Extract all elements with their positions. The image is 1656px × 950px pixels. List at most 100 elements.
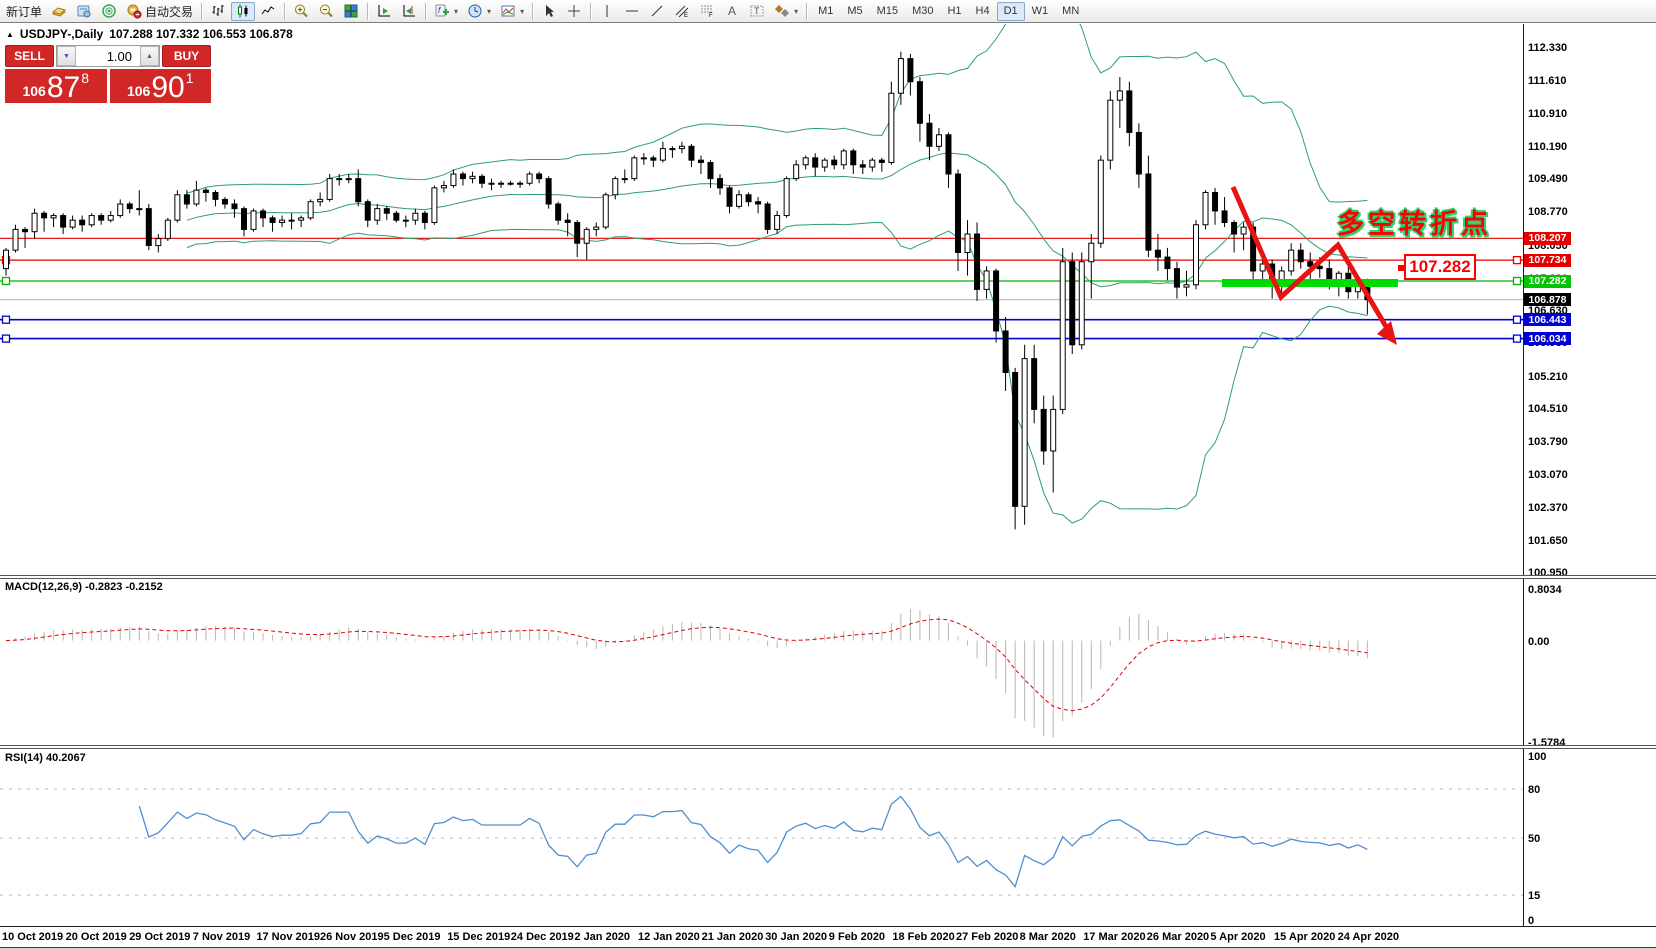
toolbar-separator (201, 3, 202, 20)
price-callout: 107.282 (1404, 254, 1476, 280)
shapes-icon[interactable]: ▾ (770, 2, 802, 21)
volume-input[interactable]: 1.00 (76, 46, 140, 66)
price-tick-label: 110.190 (1528, 141, 1567, 153)
date-tick-label: 5 Dec 2019 (384, 931, 441, 943)
autotrading-button[interactable]: 自动交易 (122, 2, 197, 21)
chart-bottom-border (0, 926, 1656, 927)
auto-scroll-icon[interactable] (372, 2, 396, 21)
toolbar-separator (806, 3, 807, 20)
ohlc-values: 107.288 107.332 106.553 106.878 (109, 27, 293, 41)
timeframe-button-W1[interactable]: W1 (1025, 2, 1056, 21)
price-tick-label: 110.910 (1528, 108, 1567, 120)
line-chart-icon[interactable] (256, 2, 280, 21)
toolbar-separator (590, 3, 591, 20)
price-tick-label: 103.790 (1528, 436, 1568, 448)
price-level-badge: 106.878 (1524, 293, 1571, 306)
date-tick-label: 24 Dec 2019 (511, 931, 574, 943)
buy-price-button[interactable]: 106 90 1 (110, 69, 212, 103)
fibonacci-icon[interactable]: F (695, 2, 719, 21)
timeframe-button-M15[interactable]: M15 (870, 2, 905, 21)
toolbar-separator (425, 3, 426, 20)
price-tick-label: 101.650 (1528, 535, 1568, 547)
date-tick-label: 8 Mar 2020 (1020, 931, 1076, 943)
price-tick-label: 112.330 (1528, 42, 1567, 54)
main-chart-plot[interactable] (0, 24, 1523, 577)
volume-decrease-button[interactable]: ▼ (57, 46, 76, 66)
zoom-in-icon[interactable] (289, 2, 313, 21)
price-level-badge: 108.207 (1524, 232, 1571, 245)
buy-button[interactable]: BUY (162, 45, 211, 67)
timeframe-button-MN[interactable]: MN (1055, 2, 1086, 21)
svg-text:T: T (754, 6, 760, 16)
date-tick-label: 27 Feb 2020 (956, 931, 1018, 943)
rsi-label: RSI(14) 40.2067 (5, 752, 86, 764)
date-tick-label: 2 Jan 2020 (574, 931, 630, 943)
price-level-badge: 107.734 (1524, 254, 1571, 267)
price-tick-label: 109.490 (1528, 173, 1568, 185)
crosshair-icon[interactable] (562, 2, 586, 21)
date-tick-label: 5 Apr 2020 (1210, 931, 1265, 943)
indicators-add-icon[interactable]: f▾ (430, 2, 462, 21)
sell-price-figure: 106 (22, 83, 45, 99)
collapse-triangle-icon[interactable]: ▲ (6, 30, 14, 39)
trendline-icon[interactable] (645, 2, 669, 21)
timeframe-button-M1[interactable]: M1 (811, 2, 840, 21)
navigator-icon[interactable] (72, 2, 96, 21)
tile-windows-icon[interactable] (339, 2, 363, 21)
dropdown-caret: ▾ (794, 7, 798, 16)
macd-tick-label: 0.8034 (1528, 584, 1562, 596)
volume-increase-button[interactable]: ▲ (140, 46, 159, 66)
signals-icon[interactable] (97, 2, 121, 21)
zoom-out-icon[interactable] (314, 2, 338, 21)
vertical-line-icon[interactable] (595, 2, 619, 21)
templates-icon[interactable]: ▾ (496, 2, 528, 21)
sell-price-button[interactable]: 106 87 8 (5, 69, 107, 103)
rsi-tick-label: 0 (1528, 915, 1534, 927)
sell-price-pips: 87 (47, 75, 80, 101)
date-tick-label: 26 Mar 2020 (1147, 931, 1209, 943)
price-tick-label: 102.370 (1528, 502, 1568, 514)
macd-label: MACD(12,26,9) -0.2823 -0.2152 (5, 581, 163, 593)
text-icon[interactable]: A (720, 2, 744, 21)
macd-panel-plot[interactable] (0, 578, 1523, 746)
timeframe-button-H1[interactable]: H1 (940, 2, 968, 21)
horizontal-line-icon[interactable] (620, 2, 644, 21)
price-tick-label: 104.510 (1528, 403, 1568, 415)
price-level-badge: 106.034 (1524, 332, 1571, 345)
timeframe-button-H4[interactable]: H4 (969, 2, 997, 21)
dropdown-caret: ▾ (487, 7, 491, 16)
date-tick-label: 26 Nov 2019 (320, 931, 384, 943)
one-click-trading-panel: SELL ▼ 1.00 ▲ BUY 106 87 8 106 90 1 (5, 45, 211, 103)
cursor-icon[interactable] (537, 2, 561, 21)
toolbar-separator (367, 3, 368, 20)
macd-panel-separator[interactable] (0, 575, 1656, 579)
channel-icon[interactable]: E (670, 2, 694, 21)
buy-price-point: 1 (186, 70, 194, 86)
bar-chart-icon[interactable] (206, 2, 230, 21)
price-level-badge: 107.282 (1524, 275, 1571, 288)
timeframe-group: M1M5M15M30H1H4D1W1MN (811, 2, 1086, 21)
rsi-panel-plot[interactable] (0, 750, 1523, 926)
label-icon[interactable]: T (745, 2, 769, 21)
new-order-label: 新订单 (6, 3, 42, 20)
turning-point-annotation: 多空转折点 (1337, 202, 1492, 241)
candlestick-icon[interactable] (231, 2, 255, 21)
new-order-button[interactable]: 新订单 (2, 2, 46, 21)
sell-button[interactable]: SELL (5, 45, 54, 67)
chart-shift-icon[interactable] (397, 2, 421, 21)
date-tick-label: 29 Oct 2019 (129, 931, 190, 943)
timeframe-button-D1[interactable]: D1 (997, 2, 1025, 21)
timeframe-button-M30[interactable]: M30 (905, 2, 940, 21)
date-tick-label: 17 Nov 2019 (256, 931, 320, 943)
market-watch-icon[interactable] (47, 2, 71, 21)
symbol-period-label: USDJPY-,Daily (20, 27, 103, 41)
price-level-badge: 106.443 (1524, 313, 1571, 326)
rsi-tick-label: 80 (1528, 784, 1540, 796)
autotrade-icon (126, 3, 142, 19)
timeframe-button-M5[interactable]: M5 (840, 2, 869, 21)
periods-icon[interactable]: ▾ (463, 2, 495, 21)
toolbar-separator (532, 3, 533, 20)
buy-price-pips: 90 (151, 75, 184, 101)
date-tick-label: 17 Mar 2020 (1083, 931, 1145, 943)
rsi-panel-separator[interactable] (0, 745, 1656, 749)
